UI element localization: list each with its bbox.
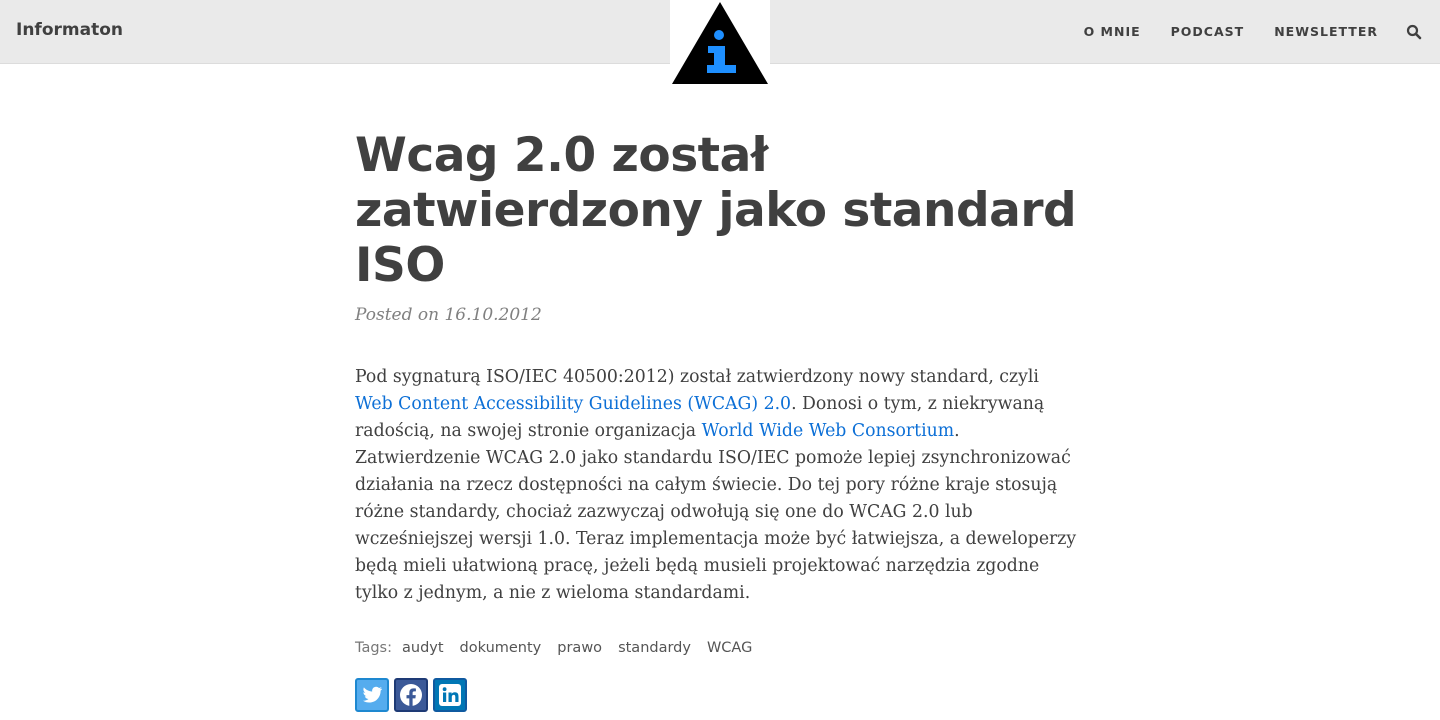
nav-item-o-mnie[interactable]: O MNIE xyxy=(1084,24,1141,39)
content-text: . Zatwierdzenie WCAG 2.0 jako standardu … xyxy=(355,421,1077,603)
navbar: Informaton O MNIE PODCAST NEWSLETTER xyxy=(0,0,1440,86)
post: Wcag 2.0 został zatwierdzony jako standa… xyxy=(355,128,1085,712)
twitter-icon xyxy=(363,686,382,703)
share-facebook-button[interactable] xyxy=(394,678,428,712)
share-buttons xyxy=(355,678,1085,712)
linkedin-icon xyxy=(439,684,461,706)
site-logo[interactable] xyxy=(670,0,770,86)
facebook-icon xyxy=(400,684,422,707)
nav-item-newsletter[interactable]: NEWSLETTER xyxy=(1274,24,1378,39)
share-linkedin-button[interactable] xyxy=(433,678,467,712)
brand-link[interactable]: Informaton xyxy=(16,20,123,40)
tag-link[interactable]: standardy xyxy=(618,640,691,656)
content-text: Pod sygnaturą ISO/IEC 40500:2012) został… xyxy=(355,367,1039,387)
post-content: Pod sygnaturą ISO/IEC 40500:2012) został… xyxy=(355,364,1080,607)
nav-item-podcast[interactable]: PODCAST xyxy=(1171,24,1245,39)
tag-link[interactable]: dokumenty xyxy=(460,640,542,656)
info-triangle-logo xyxy=(672,2,768,84)
tags-label: Tags: xyxy=(355,640,392,656)
tag-link[interactable]: prawo xyxy=(557,640,602,656)
link-w3c[interactable]: World Wide Web Consortium xyxy=(702,421,955,441)
tag-link[interactable]: audyt xyxy=(402,640,444,656)
main-nav: O MNIE PODCAST NEWSLETTER xyxy=(1054,0,1422,63)
share-twitter-button[interactable] xyxy=(355,678,389,712)
tag-link[interactable]: WCAG xyxy=(707,640,752,656)
post-title: Wcag 2.0 został zatwierdzony jako standa… xyxy=(355,128,1077,293)
link-wcag[interactable]: Web Content Accessibility Guidelines (WC… xyxy=(355,394,791,414)
search-icon[interactable] xyxy=(1406,24,1422,40)
tags: Tags: audyt dokumenty prawo standardy WC… xyxy=(355,640,1085,656)
post-meta: Posted on 16.10.2012 xyxy=(355,305,542,325)
